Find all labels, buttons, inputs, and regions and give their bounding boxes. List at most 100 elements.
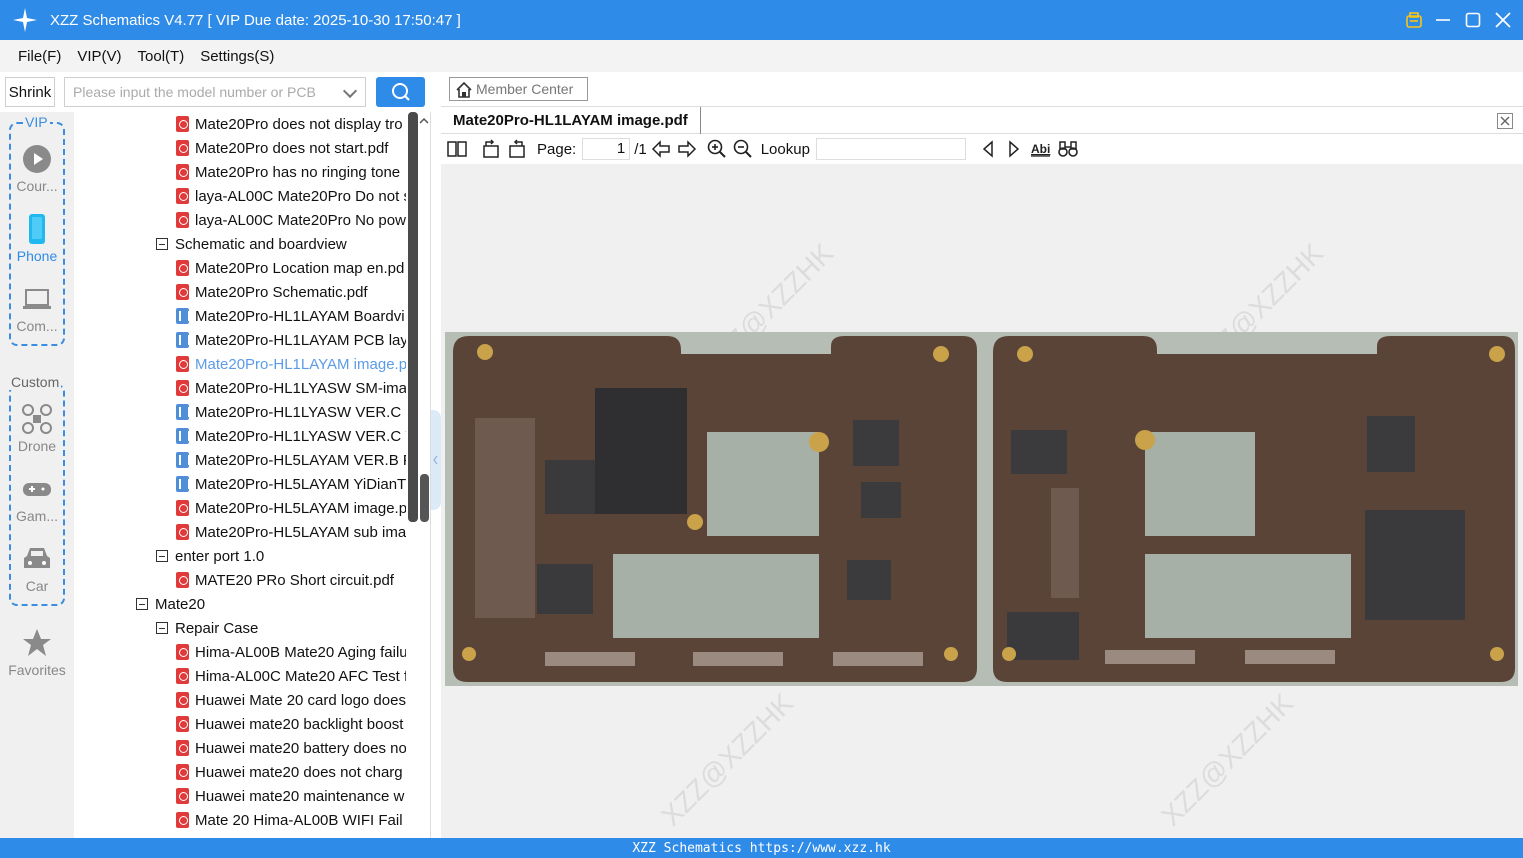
tree-file[interactable]: Mate20Pro-HL1LYASW VER.C PC (176, 400, 406, 424)
tree-file[interactable]: Huawei Mate 20 card logo does (176, 688, 406, 712)
boardview-file-icon (176, 428, 190, 444)
tree-file[interactable]: Mate20Pro-HL1LAYAM Boardvi (176, 304, 406, 328)
sidebar-item-favorites[interactable]: Favorites (0, 628, 74, 678)
pdf-file-icon (176, 356, 189, 372)
member-center-button[interactable]: Member Center (449, 77, 588, 101)
tree-folder[interactable]: Repair Case (156, 616, 406, 640)
laptop-icon (22, 284, 52, 314)
search-button[interactable] (376, 77, 425, 107)
lock-icon[interactable] (1405, 12, 1422, 28)
tree-file[interactable]: Mate 20 Hima-AL00B WIFI Fail t (176, 808, 406, 832)
tree-file[interactable]: Mate20Pro Schematic.pdf (176, 280, 406, 304)
menu-vip[interactable]: VIP(V) (77, 48, 121, 65)
tree-item-label: Huawei mate20 maintenance w (195, 787, 405, 805)
two-page-view-icon[interactable] (447, 139, 467, 159)
tree-item-label: Mate20Pro-HL1LAYAM Boardvi (195, 307, 405, 325)
tree-file[interactable]: Hima-AL00B Mate20 Aging failu (176, 640, 406, 664)
tree-file[interactable]: Mate20Pro-HL1LYASW SM-ima (176, 376, 406, 400)
tree-folder[interactable]: Schematic and boardview (156, 232, 406, 256)
tab-document[interactable]: Mate20Pro-HL1LAYAM image.pdf (453, 107, 701, 134)
tree-folder[interactable]: Mate20 (136, 592, 406, 616)
collapse-toggle-icon[interactable] (156, 622, 168, 634)
menu-file[interactable]: File(F) (18, 48, 61, 65)
tree-file[interactable]: Huawei mate20 maintenance w (176, 784, 406, 808)
collapse-handle[interactable] (431, 410, 441, 510)
app-logo-icon (12, 7, 38, 33)
close-tab-icon[interactable] (1497, 113, 1513, 129)
find-next-icon[interactable] (1004, 139, 1024, 159)
pdf-toolbar: Page: 1 /1 Lookup Abi (441, 134, 1523, 164)
collapse-toggle-icon[interactable] (156, 550, 168, 562)
pdf-file-icon (176, 188, 189, 204)
tree-item-label: Huawei mate20 does not charg (195, 763, 403, 781)
minimize-icon[interactable] (1435, 12, 1451, 28)
rotate-right-icon[interactable] (507, 139, 527, 159)
page-number-input[interactable]: 1 (582, 138, 631, 160)
tree-file[interactable]: Mate20Pro does not display tro (176, 112, 406, 136)
tree-file[interactable]: Mate20Pro-HL1LAYAM PCB lay (176, 328, 406, 352)
page-total: /1 (634, 140, 647, 158)
menu-tool[interactable]: Tool(T) (138, 48, 185, 65)
scroll-up-icon[interactable] (418, 114, 430, 126)
collapse-toggle-icon[interactable] (136, 598, 148, 610)
sidebar-item-game[interactable]: Gam... (0, 474, 74, 524)
sidebar-item-phone[interactable]: Phone (0, 214, 74, 264)
svg-text:Abi: Abi (1031, 142, 1050, 156)
tree-scroll-thumb[interactable] (420, 474, 429, 522)
close-icon[interactable] (1495, 12, 1511, 28)
tree-item-label: Hima-AL00B Mate20 Aging failu (195, 643, 406, 661)
tree-file[interactable]: Huawei mate20 battery does no (176, 736, 406, 760)
next-page-icon[interactable] (677, 139, 697, 159)
tree-file[interactable]: Mate20Pro Location map en.pd (176, 256, 406, 280)
tree-file[interactable]: Mate20Pro-HL5LAYAM image.p (176, 496, 406, 520)
tree-file[interactable]: MATE20 PRo Short circuit.pdf (176, 568, 406, 592)
match-case-icon[interactable]: Abi (1030, 139, 1052, 159)
tree-file[interactable]: Hima-AL00C Mate20 AFC Test fa (176, 664, 406, 688)
menu-settings[interactable]: Settings(S) (200, 48, 274, 65)
chevron-down-icon[interactable] (342, 83, 358, 99)
maximize-icon[interactable] (1465, 12, 1481, 28)
tree-file[interactable]: Mate20Pro-HL5LAYAM sub ima (176, 520, 406, 544)
tree-file[interactable]: Mate20Pro does not start.pdf (176, 136, 406, 160)
tree-file[interactable]: Mate20Pro-HL1LYASW VER.C Yi (176, 424, 406, 448)
category-sidebar: VIP Cour... Phone Com... Custom Drone Ga… (0, 112, 74, 838)
tree-file[interactable]: laya-AL00C Mate20Pro No pow (176, 208, 406, 232)
zoom-in-icon[interactable] (707, 139, 727, 159)
rotate-left-icon[interactable] (481, 139, 501, 159)
search-input[interactable]: Please input the model number or PCB (64, 77, 366, 107)
shrink-button[interactable]: Shrink (5, 77, 55, 107)
tree-file[interactable]: Mate20Pro-HL1LAYAM image.p (176, 352, 406, 376)
prev-page-icon[interactable] (651, 139, 671, 159)
pdf-file-icon (176, 212, 189, 228)
tree-file[interactable]: Mate20Pro-HL5LAYAM YiDianT (176, 472, 406, 496)
tree-file[interactable]: laya-AL00C Mate20Pro Do not s (176, 184, 406, 208)
boardview-file-icon (176, 476, 190, 492)
pdf-viewer[interactable]: XZZ@XZZHK XZZ@XZZHK XZZ@XZZHK XZZ@XZZHK (441, 164, 1523, 838)
collapse-toggle-icon[interactable] (156, 238, 168, 250)
tree-file[interactable]: Huawei mate20 does not charg (176, 760, 406, 784)
zoom-out-icon[interactable] (733, 139, 753, 159)
pcb-board-image (445, 332, 1518, 686)
pdf-file-icon (176, 572, 189, 588)
tree-scrollbar[interactable] (408, 112, 418, 522)
lookup-input[interactable] (815, 138, 966, 160)
pdf-file-icon (176, 716, 189, 732)
sidebar-item-car[interactable]: Car (0, 544, 74, 594)
pdf-file-icon (176, 812, 189, 828)
tree-file[interactable]: Mate20Pro has no ringing tone (176, 160, 406, 184)
binoculars-icon[interactable] (1058, 139, 1078, 159)
watermark: XZZ@XZZHK (1155, 687, 1300, 832)
search-placeholder: Please input the model number or PCB (73, 84, 316, 100)
tree-file[interactable]: Huawei mate20 backlight boost (176, 712, 406, 736)
tree-file[interactable]: Mate20Pro-HL5LAYAM VER.B P (176, 448, 406, 472)
vip-group-title: VIP (23, 114, 50, 130)
sidebar-item-drone[interactable]: Drone (0, 404, 74, 454)
tree-item-label: Repair Case (175, 619, 259, 637)
sidebar-item-computer[interactable]: Com... (0, 284, 74, 334)
sidebar-item-courses[interactable]: Cour... (0, 144, 74, 194)
find-previous-icon[interactable] (978, 139, 998, 159)
tree-folder[interactable]: enter port 1.0 (156, 544, 406, 568)
search-icon (392, 83, 410, 101)
pdf-file-icon (176, 524, 189, 540)
title-bar: XZZ Schematics V4.77 [ VIP Due date: 202… (0, 0, 1523, 40)
